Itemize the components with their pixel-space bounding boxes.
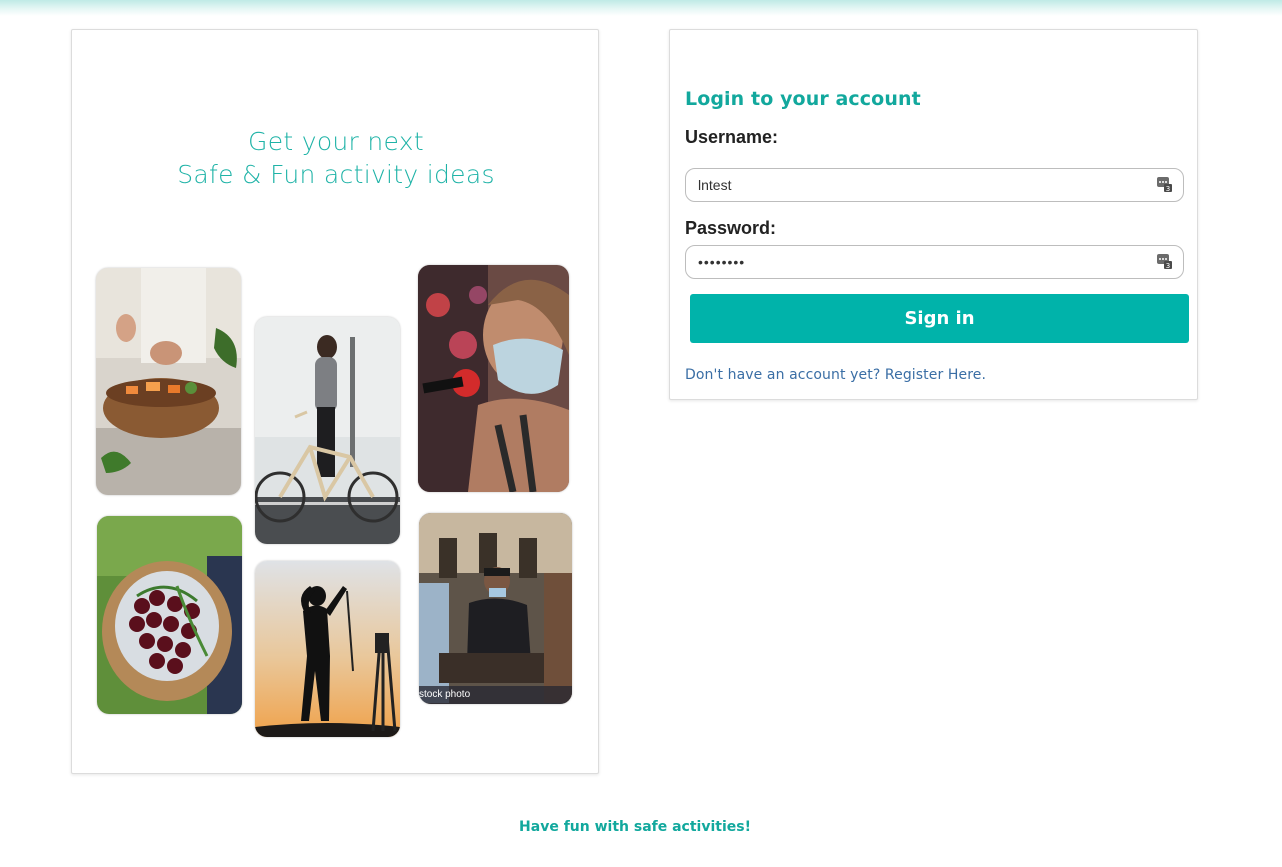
signin-button[interactable]: Sign in [690,294,1189,343]
photo-golfer [255,561,400,737]
photo-cherries [97,516,242,714]
promo-title-line-2: Safe & Fun activity ideas [177,160,495,189]
photo-masked-singer [418,265,569,492]
password-input[interactable] [685,245,1184,279]
promo-card: Get your next Safe & Fun activity ideas [71,29,599,774]
photo-caption: stock photo [419,686,572,704]
promo-title-line-1: Get your next [248,127,424,156]
register-link[interactable]: Don't have an account yet? Register Here… [685,367,986,383]
password-manager-icon[interactable]: 3 [1156,176,1172,193]
svg-text:3: 3 [1166,262,1170,269]
login-card: Login to your account Username: 3 Passwo… [669,29,1198,400]
password-label: Password: [685,218,777,238]
promo-title: Get your next Safe & Fun activity ideas [72,125,600,191]
login-heading: Login to your account [685,88,921,110]
footer-tagline: Have fun with safe activities! [519,819,751,835]
photo-cyclist [255,317,400,544]
top-gradient-band [0,0,1282,16]
photo-cooking [96,268,241,495]
svg-text:3: 3 [1166,185,1170,192]
username-input[interactable] [685,168,1184,202]
username-label: Username: [685,127,779,147]
photo-street-game: stock photo [419,513,572,704]
password-manager-icon[interactable]: 3 [1156,253,1172,270]
